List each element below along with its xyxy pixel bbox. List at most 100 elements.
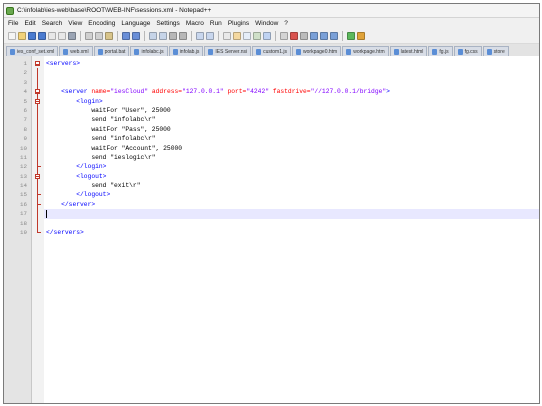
code-line[interactable] [44, 68, 539, 77]
file-tab[interactable]: infolab.js [168, 46, 204, 56]
file-tab[interactable]: fg.css [453, 46, 482, 56]
code-line[interactable] [44, 78, 539, 87]
code-line[interactable]: send "infolabc\r" [44, 134, 539, 143]
menu-window[interactable]: Window [255, 20, 278, 27]
code-line[interactable] [44, 209, 539, 219]
cut-icon[interactable] [85, 31, 93, 40]
new-file-icon[interactable] [8, 31, 16, 40]
print-icon[interactable] [68, 31, 76, 40]
zoom-in-icon[interactable] [169, 31, 177, 40]
code-line[interactable]: send "infolabc\r" [44, 115, 539, 124]
code-line[interactable]: </server> [44, 200, 539, 209]
file-tab[interactable]: store [482, 46, 509, 56]
menu-file[interactable]: File [8, 20, 18, 27]
menu-language[interactable]: Language [121, 20, 150, 27]
code-line[interactable]: </servers> [44, 228, 539, 237]
redo-icon[interactable] [132, 31, 140, 40]
text-content: waitFor "Account", 25000 [46, 144, 183, 152]
code-line[interactable]: </logout> [44, 190, 539, 199]
toolbar [4, 28, 539, 44]
word-wrap-icon[interactable] [223, 31, 231, 40]
fold-collapse-icon[interactable] [35, 98, 40, 104]
text-content [46, 191, 76, 198]
save-macro-icon[interactable] [330, 31, 338, 40]
line-number: 8 [23, 125, 27, 133]
code-line[interactable]: waitFor "Pass", 25000 [44, 125, 539, 134]
editor-area[interactable]: 1 2 3 4 5 6 7 8 9 10 11 12 13 14 15 16 17 18 19 <servers> … [4, 56, 539, 403]
xml-attribute: address= [151, 88, 183, 96]
code-line[interactable]: <servers> [44, 59, 539, 68]
save-icon[interactable] [28, 31, 36, 40]
fold-collapse-icon[interactable] [35, 173, 40, 179]
find-icon[interactable] [149, 31, 157, 40]
file-tab[interactable]: custom1.js [252, 46, 292, 56]
fold-margin[interactable] [32, 56, 44, 403]
play-macro-icon[interactable] [310, 31, 318, 40]
file-tab[interactable]: latest.html [389, 46, 428, 56]
close-all-icon[interactable] [58, 31, 66, 40]
menu-encoding[interactable]: Encoding [88, 20, 115, 27]
settings-icon[interactable] [357, 31, 365, 40]
all-chars-icon[interactable] [233, 31, 241, 40]
menu-run[interactable]: Run [210, 20, 222, 27]
file-tab[interactable]: fg.js [428, 46, 453, 56]
file-tab[interactable]: workpage.htm [342, 46, 389, 56]
close-icon[interactable] [48, 31, 56, 40]
fold-collapse-icon[interactable] [35, 61, 40, 66]
indent-guide-icon[interactable] [243, 31, 251, 40]
code-line[interactable]: send "exit\r" [44, 181, 539, 190]
fold-guide-line [37, 181, 38, 191]
code-line[interactable]: send "ieslogic\r" [44, 153, 539, 162]
stop-macro-icon[interactable] [300, 31, 308, 40]
file-tab[interactable]: ies_conf_set.xml [6, 46, 59, 56]
replace-icon[interactable] [159, 31, 167, 40]
sync-v-icon[interactable] [196, 31, 204, 40]
file-tab[interactable]: portal.bat [93, 46, 130, 56]
code-line[interactable]: <server name="iesCloud" address="127.0.0… [44, 87, 539, 96]
fold-collapse-icon[interactable] [35, 89, 40, 95]
menu-macro[interactable]: Macro [186, 20, 204, 27]
code-text-area[interactable]: <servers> <server name="iesCloud" addres… [44, 56, 539, 403]
save-all-icon[interactable] [38, 31, 46, 40]
menu-edit[interactable]: Edit [24, 20, 35, 27]
toolbar-separator [144, 30, 145, 41]
code-line[interactable] [44, 219, 539, 228]
file-tab-icon [486, 48, 492, 55]
code-line[interactable]: waitFor "User", 25000 [44, 106, 539, 115]
fold-row [32, 181, 44, 191]
file-tab-icon [97, 48, 103, 55]
code-line[interactable]: waitFor "Account", 25000 [44, 144, 539, 153]
copy-icon[interactable] [95, 31, 103, 40]
function-list-icon[interactable] [280, 31, 288, 40]
undo-icon[interactable] [122, 31, 130, 40]
record-macro-icon[interactable] [290, 31, 298, 40]
text-content [46, 98, 76, 105]
code-line[interactable]: <login> [44, 97, 539, 106]
menu-help[interactable]: ? [284, 20, 288, 27]
text-content: send "exit\r" [46, 182, 141, 190]
line-number: 12 [20, 163, 27, 171]
file-tab-icon [10, 48, 15, 55]
fold-guide-line [37, 124, 38, 135]
line-number: 6 [23, 106, 27, 114]
sync-h-icon[interactable] [206, 31, 214, 40]
file-tab[interactable]: infolabc.js [130, 46, 168, 56]
paste-icon[interactable] [105, 31, 113, 40]
open-file-icon[interactable] [18, 31, 26, 40]
menu-settings[interactable]: Settings [156, 20, 180, 27]
menu-view[interactable]: View [68, 20, 82, 27]
run-macro-icon[interactable] [320, 31, 328, 40]
spell-check-icon[interactable] [347, 31, 355, 40]
file-tab[interactable]: workpage0.htm [292, 46, 342, 56]
code-line[interactable]: <logout> [44, 172, 539, 181]
file-tab[interactable]: web.xml [59, 46, 93, 56]
menu-plugins[interactable]: Plugins [228, 20, 249, 27]
code-line[interactable]: </login> [44, 162, 539, 171]
zoom-out-icon[interactable] [179, 31, 187, 40]
file-tab-icon [296, 48, 302, 55]
file-tab[interactable]: IES Server.nsi [204, 46, 252, 56]
udl-icon[interactable] [253, 31, 261, 40]
menu-search[interactable]: Search [42, 20, 63, 27]
fold-row [32, 124, 44, 135]
doc-map-icon[interactable] [263, 31, 271, 40]
